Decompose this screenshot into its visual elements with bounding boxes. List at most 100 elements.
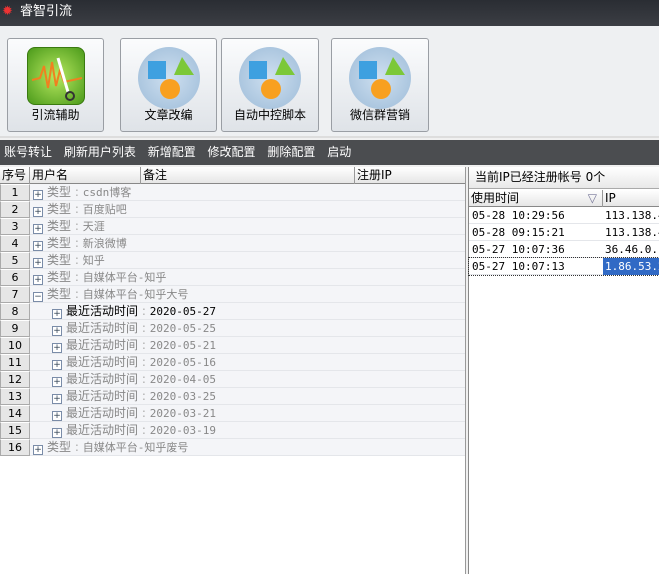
expand-icon[interactable]: + (33, 275, 43, 285)
table-row[interactable]: 9 + 最近活动时间 : 2020-05-25 (0, 320, 465, 337)
row-content: + 最近活动时间 : 2020-05-27 (52, 303, 216, 320)
row-label: 最近活动时间 (66, 406, 139, 420)
table-row[interactable]: 2 + 类型 : 百度贴吧 (0, 201, 465, 218)
menu-refresh-user-list[interactable]: 刷新用户列表 (64, 145, 136, 159)
row-label: 最近活动时间 (66, 338, 139, 352)
row-value: 2020-03-19 (149, 424, 216, 437)
table-row[interactable]: 16 + 类型 : 自媒体平台-知乎废号 (0, 439, 465, 456)
row-content: + 类型 : csdn博客 (33, 184, 131, 201)
column-header-username[interactable]: 用户名 (30, 167, 141, 184)
toolbar-button-traffic-assist[interactable]: 引流辅助 (7, 38, 104, 132)
table-row[interactable]: 7 − 类型 : 自媒体平台-知乎大号 (0, 286, 465, 303)
column-header-register-ip[interactable]: 注册IP (355, 167, 466, 184)
menu-edit-config[interactable]: 修改配置 (208, 145, 256, 159)
row-value: 2020-03-21 (149, 407, 216, 420)
table-row[interactable]: 12 + 最近活动时间 : 2020-04-05 (0, 371, 465, 388)
row-separator: : (74, 287, 79, 301)
expand-icon[interactable]: + (33, 190, 43, 200)
ip-panel: 当前IP已经注册帐号 0个 使用时间 ▽ IP 05-28 10:29:56 113… (468, 167, 659, 574)
expand-icon[interactable]: + (33, 207, 43, 217)
row-label: 最近活动时间 (66, 304, 139, 318)
row-label: 类型 (47, 440, 72, 454)
column-header-use-time[interactable]: 使用时间 ▽ (469, 190, 603, 207)
expand-icon[interactable]: + (52, 428, 62, 438)
row-index: 14 (0, 405, 30, 422)
expand-icon[interactable]: + (33, 445, 43, 455)
row-index: 13 (0, 388, 30, 405)
expand-icon[interactable]: + (52, 411, 62, 421)
expand-icon[interactable]: + (52, 309, 62, 319)
expand-icon[interactable]: + (33, 241, 43, 251)
expand-icon[interactable]: + (52, 360, 62, 370)
table-row[interactable]: 15 + 最近活动时间 : 2020-03-19 (0, 422, 465, 439)
ip-row[interactable]: 05-27 10:07:13 1.86.53.2 (468, 257, 659, 276)
row-value: 新浪微博 (82, 237, 127, 250)
expand-icon[interactable]: + (52, 377, 62, 387)
row-label: 类型 (47, 287, 72, 301)
row-value: csdn博客 (82, 186, 132, 199)
menu-start[interactable]: 启动 (327, 145, 351, 159)
menu-delete-config[interactable]: 删除配置 (267, 145, 315, 159)
row-value: 自媒体平台-知乎大号 (82, 288, 189, 301)
row-label: 类型 (47, 202, 72, 216)
row-content: + 最近活动时间 : 2020-04-05 (52, 371, 216, 388)
ip-row[interactable]: 05-27 10:07:36 36.46.0.1 (469, 241, 659, 258)
toolbar-button-wechat-marketing[interactable]: 微信群营销 (331, 38, 429, 132)
use-time: 05-27 10:07:36 (472, 243, 565, 256)
row-label: 类型 (47, 185, 72, 199)
expand-icon[interactable]: + (52, 394, 62, 404)
row-content: + 类型 : 新浪微博 (33, 235, 127, 252)
table-row[interactable]: 13 + 最近活动时间 : 2020-03-25 (0, 388, 465, 405)
row-index: 9 (0, 320, 30, 337)
ip-row[interactable]: 05-28 09:15:21 113.138.4 (469, 224, 659, 241)
expand-icon[interactable]: + (33, 224, 43, 234)
table-row[interactable]: 14 + 最近活动时间 : 2020-03-21 (0, 405, 465, 422)
table-row[interactable]: 5 + 类型 : 知乎 (0, 252, 465, 269)
row-content: + 最近活动时间 : 2020-05-16 (52, 354, 216, 371)
row-label: 最近活动时间 (66, 389, 139, 403)
row-value: 2020-03-25 (149, 390, 216, 403)
toolbar-label: 自动中控脚本 (233, 108, 306, 122)
row-separator: : (74, 202, 79, 216)
row-index: 6 (0, 269, 30, 286)
row-separator: : (141, 338, 146, 352)
column-header-index[interactable]: 序号 (0, 167, 30, 184)
collapse-icon[interactable]: − (33, 292, 43, 302)
expand-icon[interactable]: + (33, 258, 43, 268)
shapes-icon (349, 47, 411, 109)
table-row[interactable]: 3 + 类型 : 天涯 (0, 218, 465, 235)
title-bar: ✹ 睿智引流 (0, 0, 659, 26)
row-value: 天涯 (82, 220, 105, 233)
window-title: 睿智引流 (20, 4, 73, 19)
expand-icon[interactable]: + (52, 343, 62, 353)
row-content: + 类型 : 自媒体平台-知乎 (33, 269, 166, 286)
table-row[interactable]: 8 + 最近活动时间 : 2020-05-27 (0, 303, 465, 320)
row-separator: : (141, 423, 146, 437)
row-separator: : (141, 321, 146, 335)
table-row[interactable]: 10 + 最近活动时间 : 2020-05-21 (0, 337, 465, 354)
ip-row[interactable]: 05-28 10:29:56 113.138.4 (469, 207, 659, 224)
row-label: 类型 (47, 270, 72, 284)
row-content: + 最近活动时间 : 2020-05-21 (52, 337, 216, 354)
column-header-ip[interactable]: IP (603, 190, 659, 207)
expand-icon[interactable]: + (52, 326, 62, 336)
row-separator: : (141, 406, 146, 420)
row-separator: : (141, 304, 146, 318)
row-value: 百度贴吧 (82, 203, 127, 216)
table-row[interactable]: 6 + 类型 : 自媒体平台-知乎 (0, 269, 465, 286)
table-row[interactable]: 4 + 类型 : 新浪微博 (0, 235, 465, 252)
toolbar-button-article-rewrite[interactable]: 文章改编 (120, 38, 217, 132)
table-row[interactable]: 11 + 最近活动时间 : 2020-05-16 (0, 354, 465, 371)
menu-add-config[interactable]: 新增配置 (148, 145, 196, 159)
table-row[interactable]: 1 + 类型 : csdn博客 (0, 184, 465, 201)
column-header-note[interactable]: 备注 (141, 167, 355, 184)
row-value: 2020-05-16 (149, 356, 216, 369)
shapes-icon (239, 47, 301, 109)
row-index: 16 (0, 439, 30, 456)
row-label: 最近活动时间 (66, 355, 139, 369)
toolbar-button-auto-script[interactable]: 自动中控脚本 (221, 38, 319, 132)
row-content: + 类型 : 知乎 (33, 252, 105, 269)
menu-transfer-account[interactable]: 账号转让 (4, 145, 52, 159)
row-label: 最近活动时间 (66, 423, 139, 437)
row-separator: : (74, 270, 79, 284)
